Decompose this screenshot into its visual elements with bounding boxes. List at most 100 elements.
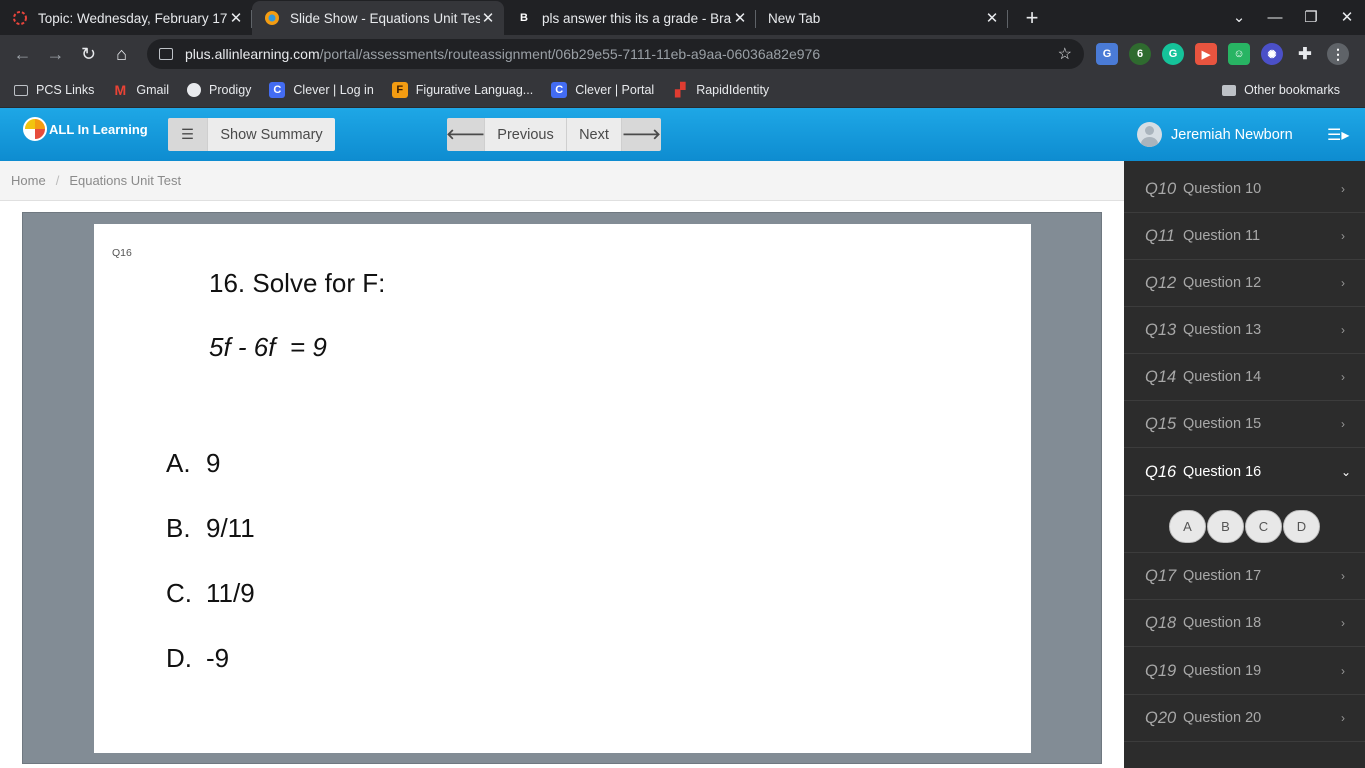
bookmark-label: Other bookmarks — [1244, 83, 1340, 97]
forward-button[interactable]: → — [39, 38, 72, 71]
url-host: plus.allinlearning.com — [185, 46, 320, 62]
question-equation: 5f - 6f = 9 — [209, 332, 327, 362]
minimize-button[interactable]: — — [1257, 9, 1293, 26]
clever-icon: C — [551, 82, 568, 98]
figurative-icon: F — [391, 82, 408, 98]
extension-icon[interactable]: 6 — [1129, 43, 1151, 65]
window-controls: ⌄ — ❐ ✕ — [1221, 0, 1365, 34]
arrow-right-icon[interactable]: 🡒 — [622, 118, 661, 151]
summary-group: ☰ Show Summary — [168, 118, 335, 151]
globe-icon — [187, 83, 202, 97]
brainly-favicon-icon: B — [520, 12, 528, 24]
previous-button[interactable]: Previous — [485, 118, 567, 151]
answer-a-button[interactable]: A — [1169, 509, 1206, 543]
allin-logo[interactable]: ALL In Learning — [23, 117, 148, 141]
sidebar-item-q20[interactable]: Q20 Question 20 › — [1124, 695, 1365, 742]
bookmark-other[interactable]: Other bookmarks — [1222, 83, 1340, 97]
bookmark-clever-login[interactable]: C Clever | Log in — [269, 82, 374, 98]
chevron-right-icon: › — [1341, 616, 1345, 630]
sidebar-item-q10[interactable]: Q10 Question 10 › — [1124, 166, 1365, 213]
breadcrumb-home[interactable]: Home — [11, 173, 46, 188]
bookmark-figurative-language[interactable]: F Figurative Languag... — [391, 82, 533, 98]
bookmark-clever-portal[interactable]: C Clever | Portal — [551, 82, 654, 98]
pager-group: 🡐 Previous Next 🡒 — [447, 118, 661, 151]
question-sidebar: Q10 Question 10 › Q11 Question 11 › Q12 Quest… — [1124, 161, 1365, 768]
chevron-right-icon: › — [1341, 664, 1345, 678]
close-icon[interactable]: ✕ — [984, 10, 1000, 27]
bookmark-gmail[interactable]: M Gmail — [112, 82, 170, 98]
question-label: Question 18 — [1183, 615, 1262, 631]
close-icon[interactable]: ✕ — [228, 10, 244, 27]
question-label: Question 19 — [1183, 663, 1262, 679]
bookmark-rapididentity[interactable]: ▞ RapidIdentity — [672, 82, 769, 98]
slide-stage: Q16 16. Solve for F: 5f - 6f = 9 A. 9 B.… — [22, 212, 1102, 764]
close-window-button[interactable]: ✕ — [1329, 8, 1365, 26]
chevron-right-icon: › — [1341, 182, 1345, 196]
sidebar-item-q13[interactable]: Q13 Question 13 › — [1124, 307, 1365, 354]
browser-tab-brainly[interactable]: B pls answer this its a grade - Brain ✕ — [504, 1, 756, 35]
sidebar-item-q15[interactable]: Q15 Question 15 › — [1124, 401, 1365, 448]
next-button[interactable]: Next — [567, 118, 622, 151]
close-icon[interactable]: ✕ — [480, 10, 496, 27]
extensions-area: G 6 G ▶ ☺ ✺ ✚ ⋮ — [1096, 35, 1360, 73]
extension-icon[interactable]: ☺ — [1228, 43, 1250, 65]
more-menu-icon[interactable]: ⋮ — [1327, 43, 1349, 65]
extension-icon[interactable]: ✺ — [1261, 43, 1283, 65]
answer-c-button[interactable]: C — [1245, 509, 1282, 543]
bookmark-label: RapidIdentity — [696, 83, 770, 97]
sidebar-item-q11[interactable]: Q11 Question 11 › — [1124, 213, 1365, 260]
question-number: Q13 — [1145, 320, 1177, 339]
question-number: Q17 — [1145, 566, 1177, 585]
breadcrumb-separator: / — [55, 173, 60, 188]
gmail-icon: M — [114, 82, 127, 98]
user-menu[interactable]: Jeremiah Newborn — [1137, 122, 1293, 147]
home-button[interactable]: ⌂ — [105, 38, 138, 71]
sidebar-item-q18[interactable]: Q18 Question 18 › — [1124, 600, 1365, 647]
logo-text: ALL In Learning — [49, 121, 148, 137]
sidebar-item-q12[interactable]: Q12 Question 12 › — [1124, 260, 1365, 307]
restore-button[interactable]: ❐ — [1293, 8, 1329, 26]
bookmark-prodigy[interactable]: Prodigy — [187, 83, 251, 97]
question-label: Question 11 — [1183, 228, 1261, 244]
sidebar-item-q14[interactable]: Q14 Question 14 › — [1124, 354, 1365, 401]
sidebar-item-q16[interactable]: Q16 Question 16 ⌄ — [1124, 449, 1365, 496]
answer-d-button[interactable]: D — [1283, 509, 1320, 543]
chevron-right-icon: › — [1341, 276, 1345, 290]
breadcrumb-current: Equations Unit Test — [69, 173, 182, 188]
list-icon[interactable]: ☰ — [168, 118, 208, 151]
question-label: Question 16 — [1183, 464, 1262, 480]
reload-button[interactable]: ↻ — [72, 38, 105, 71]
bookmark-label: Clever | Log in — [293, 83, 374, 97]
bookmark-star-icon[interactable]: ☆ — [1058, 44, 1072, 64]
choice-d: D. -9 — [166, 643, 229, 674]
bookmark-pcs-links[interactable]: PCS Links — [14, 83, 94, 97]
tab-title: pls answer this its a grade - Brain — [542, 10, 732, 26]
question-number: Q11 — [1145, 226, 1175, 245]
question-number: Q18 — [1145, 613, 1177, 632]
new-tab-button[interactable]: + — [1016, 1, 1048, 35]
hamburger-menu-icon[interactable]: ☰▸ — [1327, 125, 1349, 145]
puzzle-icon[interactable]: ✚ — [1294, 43, 1316, 65]
browser-tab-newtab[interactable]: New Tab ✕ — [756, 1, 1008, 35]
site-info-icon[interactable] — [159, 48, 173, 60]
chevron-right-icon: › — [1341, 323, 1345, 337]
browser-tab-slideshow[interactable]: Slide Show - Equations Unit Test ✕ — [252, 1, 504, 35]
address-bar[interactable]: plus.allinlearning.com /portal/assessmen… — [147, 39, 1084, 69]
translate-extension-icon[interactable]: G — [1096, 43, 1118, 65]
show-summary-button[interactable]: Show Summary — [208, 118, 335, 151]
folder-icon — [14, 84, 28, 96]
question-label: Question 13 — [1183, 322, 1262, 338]
arrow-left-icon[interactable]: 🡐 — [447, 118, 485, 151]
grammarly-icon[interactable]: G — [1162, 43, 1184, 65]
browser-tab-topic[interactable]: Topic: Wednesday, February 17, 2 ✕ — [0, 1, 252, 35]
back-button[interactable]: ← — [6, 38, 39, 71]
close-icon[interactable]: ✕ — [732, 10, 748, 27]
answer-b-button[interactable]: B — [1207, 509, 1244, 543]
sidebar-item-q19[interactable]: Q19 Question 19 › — [1124, 648, 1365, 695]
user-name: Jeremiah Newborn — [1171, 126, 1293, 143]
sidebar-item-q17[interactable]: Q17 Question 17 › — [1124, 553, 1365, 600]
folder-icon — [1222, 84, 1237, 96]
screencastify-icon[interactable]: ▶ — [1195, 43, 1217, 65]
tab-search-icon[interactable]: ⌄ — [1221, 8, 1257, 26]
choice-letter: D. — [166, 643, 192, 673]
